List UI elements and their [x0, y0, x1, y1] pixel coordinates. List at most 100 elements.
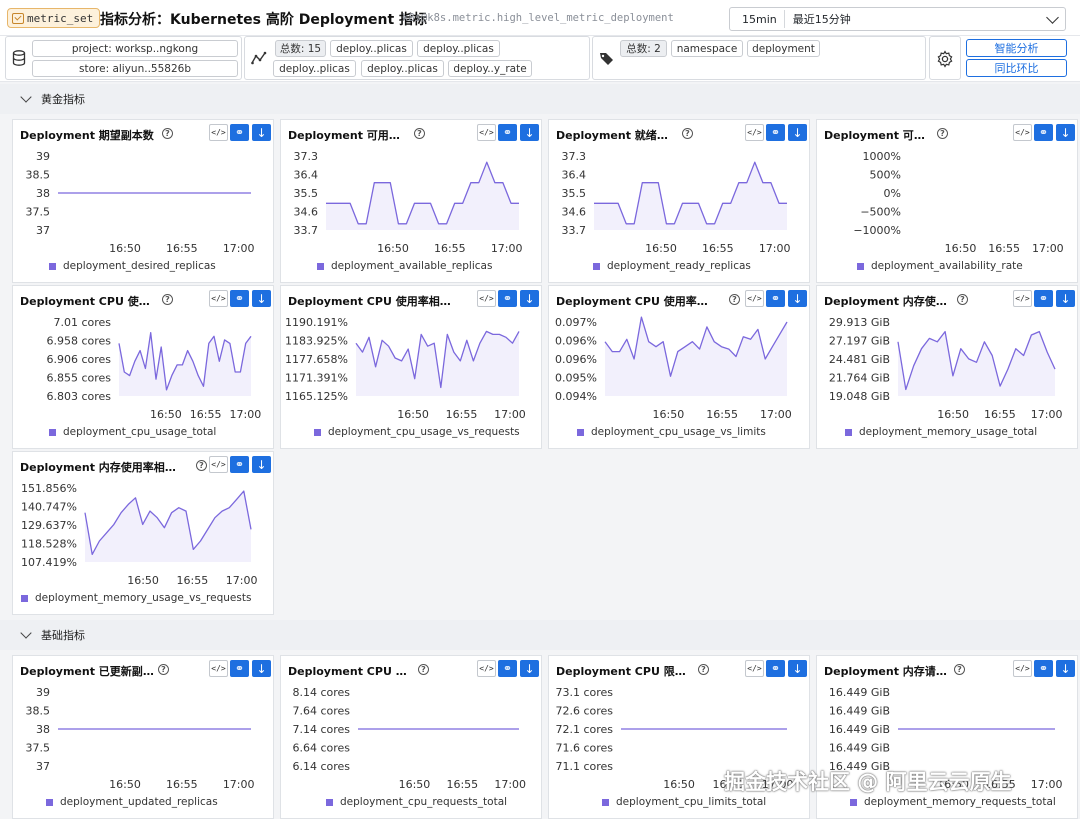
topology-button[interactable]: ⚭: [230, 660, 249, 677]
y-tick-label: 19.048 GiB: [829, 390, 890, 403]
y-tick-label: 1183.925%: [285, 335, 348, 348]
download-button[interactable]: ↓: [252, 290, 271, 307]
topology-button[interactable]: ⚭: [498, 124, 517, 141]
label-chip-namespace[interactable]: namespace: [671, 40, 743, 57]
topology-button[interactable]: ⚭: [1034, 660, 1053, 677]
metric-chip[interactable]: deploy..plicas: [361, 60, 444, 77]
help-icon[interactable]: ?: [729, 294, 740, 305]
code-view-button[interactable]: </>: [477, 290, 496, 307]
help-icon[interactable]: ?: [196, 460, 207, 471]
section-basic-metrics[interactable]: 基础指标: [0, 620, 1080, 650]
topology-button[interactable]: ⚭: [230, 456, 249, 473]
topology-button[interactable]: ⚭: [1034, 290, 1053, 307]
metric-set-tag[interactable]: metric_set: [7, 8, 101, 28]
chart-legend[interactable]: deployment_memory_usage_total: [845, 426, 1037, 438]
download-button[interactable]: ↓: [788, 660, 807, 677]
line-chart: 1190.191% 1183.925% 1177.658% 1171.391% 1165…: [285, 316, 526, 421]
help-icon[interactable]: ?: [414, 128, 425, 139]
chart-legend[interactable]: deployment_updated_replicas: [46, 796, 218, 808]
chart-legend[interactable]: deployment_availability_rate: [857, 260, 1023, 272]
chart-legend[interactable]: deployment_memory_requests_total: [850, 796, 1056, 808]
smart-analysis-button[interactable]: 智能分析: [966, 39, 1067, 57]
chart-legend[interactable]: deployment_available_replicas: [317, 260, 492, 272]
compare-button[interactable]: 同比环比: [966, 59, 1067, 77]
help-icon[interactable]: ?: [158, 664, 169, 675]
gear-icon[interactable]: [936, 50, 954, 68]
download-button[interactable]: ↓: [1056, 660, 1075, 677]
x-tick-label: 17:00: [1031, 408, 1063, 421]
download-button[interactable]: ↓: [252, 456, 271, 473]
download-button[interactable]: ↓: [1056, 124, 1075, 141]
code-view-button[interactable]: </>: [745, 660, 764, 677]
x-tick-label: 16:55: [190, 408, 222, 421]
help-icon[interactable]: ?: [682, 128, 693, 139]
code-view-button[interactable]: </>: [477, 660, 496, 677]
chevron-down-icon[interactable]: [20, 91, 32, 103]
help-icon[interactable]: ?: [418, 664, 429, 675]
time-range-select[interactable]: 15min 最近15分钟: [729, 7, 1066, 31]
topology-button[interactable]: ⚭: [766, 124, 785, 141]
y-tick-label: 1000%: [863, 150, 901, 163]
section-golden-metrics[interactable]: 黄金指标: [0, 84, 1080, 114]
y-tick-label: 29.913 GiB: [829, 316, 890, 329]
chart-legend[interactable]: deployment_desired_replicas: [49, 260, 216, 272]
help-icon[interactable]: ?: [162, 294, 173, 305]
store-chip[interactable]: store: aliyun..55826b: [32, 60, 238, 77]
database-icon: [12, 50, 26, 66]
y-tick-label: 500%: [870, 169, 901, 182]
y-tick-label: 72.6 cores: [555, 705, 613, 718]
topology-button[interactable]: ⚭: [498, 290, 517, 307]
chart-panel: Deployment 已更新副本数? </> ⚭ ↓ deployment_update…: [12, 655, 274, 819]
y-tick-label: 129.637%: [21, 519, 77, 532]
time-range-chip[interactable]: 15min: [735, 10, 785, 28]
code-view-button[interactable]: </>: [477, 124, 496, 141]
metric-chip[interactable]: deploy..plicas: [330, 40, 413, 57]
code-view-button[interactable]: </>: [1013, 290, 1032, 307]
download-button[interactable]: ↓: [788, 124, 807, 141]
code-view-button[interactable]: </>: [745, 124, 764, 141]
metric-chip[interactable]: deploy..plicas: [417, 40, 500, 57]
chart-legend[interactable]: deployment_ready_replicas: [593, 260, 751, 272]
help-icon[interactable]: ?: [954, 664, 965, 675]
topology-button[interactable]: ⚭: [230, 290, 249, 307]
metric-chip[interactable]: deploy..y_rate: [448, 60, 532, 77]
topology-button[interactable]: ⚭: [766, 660, 785, 677]
topology-button[interactable]: ⚭: [498, 660, 517, 677]
download-button[interactable]: ↓: [520, 660, 539, 677]
topology-button[interactable]: ⚭: [766, 290, 785, 307]
help-icon[interactable]: ?: [162, 128, 173, 139]
code-view-button[interactable]: </>: [209, 124, 228, 141]
chart-legend[interactable]: deployment_cpu_usage_total: [49, 426, 216, 438]
download-button[interactable]: ↓: [1056, 290, 1075, 307]
chevron-down-icon[interactable]: [1046, 11, 1059, 24]
project-chip[interactable]: project: worksp..ngkong: [32, 40, 238, 57]
download-button[interactable]: ↓: [788, 290, 807, 307]
chart-legend[interactable]: deployment_cpu_requests_total: [326, 796, 507, 808]
code-view-button[interactable]: </>: [745, 290, 764, 307]
y-tick-label: 39: [36, 150, 50, 163]
help-icon[interactable]: ?: [698, 664, 709, 675]
metric-chip[interactable]: deploy..plicas: [273, 60, 356, 77]
topology-button[interactable]: ⚭: [230, 124, 249, 141]
x-tick-label: 17:00: [226, 574, 258, 587]
download-button[interactable]: ↓: [252, 660, 271, 677]
help-icon[interactable]: ?: [957, 294, 968, 305]
chevron-down-icon[interactable]: [20, 627, 32, 639]
help-icon[interactable]: ?: [937, 128, 948, 139]
code-view-button[interactable]: </>: [209, 456, 228, 473]
code-view-button[interactable]: </>: [1013, 124, 1032, 141]
download-button[interactable]: ↓: [252, 124, 271, 141]
chart-legend[interactable]: deployment_cpu_limits_total: [602, 796, 766, 808]
topology-button[interactable]: ⚭: [1034, 124, 1053, 141]
download-button[interactable]: ↓: [520, 290, 539, 307]
x-tick-label: 16:55: [177, 574, 209, 587]
code-view-button[interactable]: </>: [1013, 660, 1032, 677]
chart-legend[interactable]: deployment_cpu_usage_vs_requests: [314, 426, 520, 438]
label-chip-deployment[interactable]: deployment: [747, 40, 820, 57]
chart-legend[interactable]: deployment_cpu_usage_vs_limits: [577, 426, 766, 438]
download-button[interactable]: ↓: [520, 124, 539, 141]
chart-legend[interactable]: deployment_memory_usage_vs_requests: [21, 592, 251, 604]
panel-title: Deployment CPU 使用总量: [20, 295, 158, 308]
code-view-button[interactable]: </>: [209, 290, 228, 307]
code-view-button[interactable]: </>: [209, 660, 228, 677]
